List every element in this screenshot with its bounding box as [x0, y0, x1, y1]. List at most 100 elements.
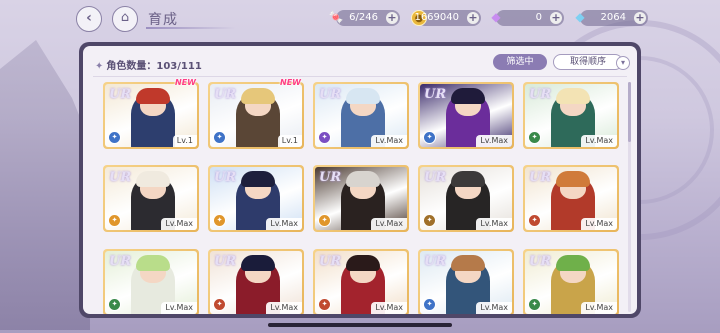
attribute-icon: ✦ — [318, 131, 331, 144]
level-label: Lv.Max — [581, 301, 617, 314]
home-button[interactable]: ⌂ — [112, 6, 138, 32]
character-portrait: UR ✦ Lv.Max — [315, 167, 407, 231]
add-blue-gem-button[interactable]: + — [634, 12, 646, 24]
rarity-badge: UR — [214, 87, 237, 102]
attribute-icon: ✦ — [213, 131, 226, 144]
character-portrait: UR ✦ Lv.1 — [105, 84, 197, 147]
level-label: Lv.Max — [581, 218, 617, 231]
character-card[interactable]: UR ✦ Lv.Max — [418, 165, 514, 233]
attribute-icon: ✦ — [318, 297, 331, 311]
character-figure — [236, 88, 280, 147]
character-portrait: UR ✦ Lv.Max — [420, 250, 512, 314]
attribute-icon: ✦ — [528, 131, 541, 144]
attribute-icon: ✦ — [108, 131, 121, 144]
attribute-icon: ✦ — [318, 214, 331, 228]
level-label: Lv.Max — [371, 301, 407, 314]
character-portrait: UR ✦ Lv.Max — [315, 250, 407, 314]
rarity-badge: UR — [424, 170, 447, 186]
character-card[interactable]: UR ✦ Lv.Max — [208, 248, 304, 314]
attribute-icon: ✦ — [423, 214, 436, 228]
character-portrait: UR ✦ Lv.Max — [105, 167, 197, 231]
level-label: Lv.Max — [266, 218, 302, 231]
character-card[interactable]: UR ✦ Lv.1 NEW — [103, 78, 199, 149]
character-card[interactable]: UR ✦ Lv.Max — [103, 248, 199, 314]
character-portrait: UR ✦ Lv.Max — [525, 167, 617, 231]
character-card[interactable]: UR ✦ Lv.Max — [208, 165, 304, 233]
rarity-badge: UR — [109, 170, 132, 186]
character-card[interactable]: UR ✦ Lv.Max — [523, 82, 619, 149]
level-label: Lv.1 — [277, 135, 302, 147]
top-bar: ‹ ⌂ 育成 🍬 6/246 + ● 1669040 + ◆ 0 + ◆ 206… — [0, 0, 720, 36]
add-purple-gem-button[interactable]: + — [550, 12, 562, 24]
character-portrait: UR ✦ Lv.Max — [420, 167, 512, 231]
page-title: 育成 — [148, 12, 178, 28]
character-count: ✦ 角色数量：103/111 — [95, 57, 202, 72]
filter-button[interactable]: 筛选中 — [493, 54, 547, 70]
character-portrait: UR ✦ Lv.Max — [315, 84, 407, 147]
add-candy-button[interactable]: + — [386, 12, 398, 24]
level-label: Lv.Max — [476, 218, 512, 231]
attribute-icon: ✦ — [108, 214, 121, 228]
attribute-icon: ✦ — [528, 297, 541, 311]
home-indicator — [268, 323, 452, 327]
scrollbar[interactable] — [628, 82, 631, 312]
rarity-badge: UR — [529, 253, 552, 269]
title-underline — [146, 27, 236, 29]
divider — [93, 76, 627, 77]
level-label: Lv.Max — [476, 135, 512, 147]
level-label: Lv.Max — [161, 301, 197, 314]
new-badge: NEW — [280, 78, 301, 87]
rarity-badge: UR — [214, 170, 237, 186]
background-castle — [0, 40, 90, 330]
level-label: Lv.Max — [371, 218, 407, 231]
character-card[interactable]: UR ✦ Lv.Max — [418, 82, 514, 149]
sparkle-icon: ✦ — [95, 61, 104, 72]
resource-blue-gem: ◆ 2064 + — [575, 10, 648, 26]
scrollbar-thumb[interactable] — [628, 82, 631, 142]
attribute-icon: ✦ — [213, 214, 226, 228]
character-grid: UR ✦ Lv.1 NEW UR ✦ Lv.1 NEW UR ✦ Lv.Max UR ✦ Lv.Max UR… — [103, 78, 623, 314]
sort-order-button[interactable]: 取得顺序 — [553, 54, 623, 70]
rarity-badge: UR — [319, 87, 342, 102]
character-panel: ✦ 角色数量：103/111 筛选中 取得顺序 ▾ UR ✦ Lv.1 NEW UR ✦ Lv… — [79, 42, 641, 318]
character-portrait: UR ✦ Lv.Max — [210, 250, 302, 314]
level-label: Lv.Max — [581, 135, 617, 147]
character-portrait: UR ✦ Lv.1 — [210, 84, 302, 147]
rarity-badge: UR — [319, 170, 342, 186]
add-coin-button[interactable]: + — [467, 12, 479, 24]
level-label: Lv.1 — [172, 135, 197, 147]
character-card[interactable]: UR ✦ Lv.1 NEW — [208, 78, 304, 149]
resource-purple-gem: ◆ 0 + — [491, 10, 564, 26]
rarity-badge: UR — [529, 170, 552, 186]
character-card[interactable]: UR ✦ Lv.Max — [523, 248, 619, 314]
resource-blue-gem-value: 2064 — [600, 12, 626, 23]
level-label: Lv.Max — [161, 218, 197, 231]
rarity-badge: UR — [424, 253, 447, 269]
character-portrait: UR ✦ Lv.Max — [525, 250, 617, 314]
attribute-icon: ✦ — [213, 297, 226, 311]
character-card[interactable]: UR ✦ Lv.Max — [313, 248, 409, 314]
character-card[interactable]: UR ✦ Lv.Max — [418, 248, 514, 314]
rarity-badge: UR — [319, 253, 342, 269]
level-label: Lv.Max — [266, 301, 302, 314]
rarity-badge: UR — [424, 87, 447, 102]
back-button[interactable]: ‹ — [76, 6, 102, 32]
character-card[interactable]: UR ✦ Lv.Max — [313, 82, 409, 149]
chevron-down-icon: ▾ — [620, 58, 625, 67]
character-card[interactable]: UR ✦ Lv.Max — [103, 165, 199, 233]
character-card[interactable]: UR ✦ Lv.Max — [523, 165, 619, 233]
level-label: Lv.Max — [476, 301, 512, 314]
character-figure — [131, 88, 175, 147]
resource-purple-gem-value: 0 — [535, 12, 542, 23]
attribute-icon: ✦ — [423, 297, 436, 311]
attribute-icon: ✦ — [528, 214, 541, 228]
character-count-text: 角色数量：103/111 — [106, 61, 202, 72]
sort-direction-toggle[interactable]: ▾ — [616, 56, 630, 70]
character-card[interactable]: UR ✦ Lv.Max — [313, 165, 409, 233]
character-portrait: UR ✦ Lv.Max — [420, 84, 512, 147]
attribute-icon: ✦ — [423, 131, 436, 144]
character-portrait: UR ✦ Lv.Max — [210, 167, 302, 231]
resource-candy-value: 6/246 — [349, 12, 378, 23]
rarity-badge: UR — [109, 87, 132, 102]
resource-coin: ● 1669040 + — [411, 10, 481, 26]
